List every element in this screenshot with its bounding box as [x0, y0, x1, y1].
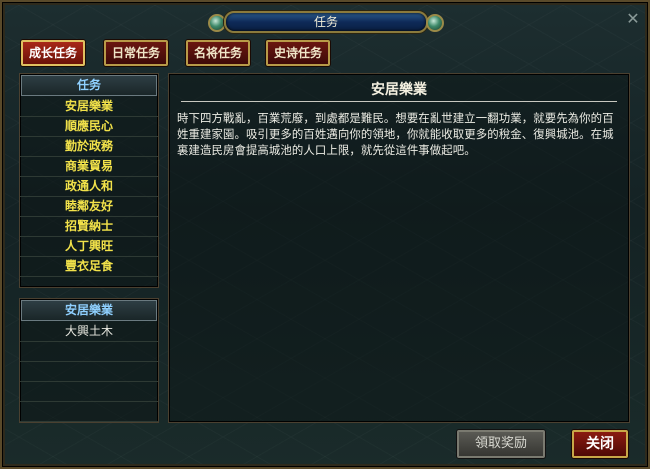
quest-item[interactable]: 豐衣足食 — [20, 257, 158, 277]
tab-general[interactable]: 名将任务 — [186, 40, 250, 66]
quest-item[interactable]: 人丁興旺 — [20, 237, 158, 257]
quest-list-header: 任务 — [21, 75, 157, 96]
subquest-empty-row — [20, 362, 158, 382]
quest-item[interactable]: 安居樂業 — [20, 97, 158, 117]
claim-reward-button[interactable]: 領取奖励 — [457, 430, 545, 458]
window-title: 任务 — [224, 11, 428, 33]
tab-epic[interactable]: 史诗任务 — [266, 40, 330, 66]
close-button[interactable]: 关闭 — [572, 430, 628, 458]
quest-item[interactable]: 政通人和 — [20, 177, 158, 197]
quest-item[interactable]: 商業貿易 — [20, 157, 158, 177]
quest-item[interactable]: 睦鄰友好 — [20, 197, 158, 217]
subquest-empty-row — [20, 342, 158, 362]
quest-detail-title: 安居樂業 — [371, 82, 427, 98]
quest-description: 時下四方戰亂，百業荒廢，到處都是難民。想要在亂世建立一翻功業，就要先為你的百姓重… — [177, 111, 614, 157]
divider — [181, 101, 617, 102]
subquest-item[interactable]: 大興土木 — [20, 322, 158, 342]
quest-list-panel: 任务 安居樂業 順應民心 勤於政務 商業貿易 政通人和 睦鄰友好 招賢納士 人丁… — [19, 73, 159, 288]
jade-knob-right-icon — [426, 14, 444, 32]
tab-growth[interactable]: 成长任务 — [21, 40, 85, 66]
quest-item[interactable]: 勤於政務 — [20, 137, 158, 157]
tab-daily[interactable]: 日常任务 — [104, 40, 168, 66]
quest-detail-panel: 安居樂業 時下四方戰亂，百業荒廢，到處都是難民。想要在亂世建立一翻功業，就要先為… — [168, 73, 630, 423]
subquest-empty-row — [20, 402, 158, 422]
title-plate: 任务 — [206, 8, 446, 34]
quest-item[interactable]: 招賢納士 — [20, 217, 158, 237]
subquest-empty-row — [20, 382, 158, 402]
subquest-panel: 安居樂業 大興土木 — [19, 298, 159, 423]
quest-item[interactable]: 順應民心 — [20, 117, 158, 137]
subquest-header: 安居樂業 — [21, 300, 157, 321]
close-icon[interactable]: ✕ — [624, 10, 642, 28]
